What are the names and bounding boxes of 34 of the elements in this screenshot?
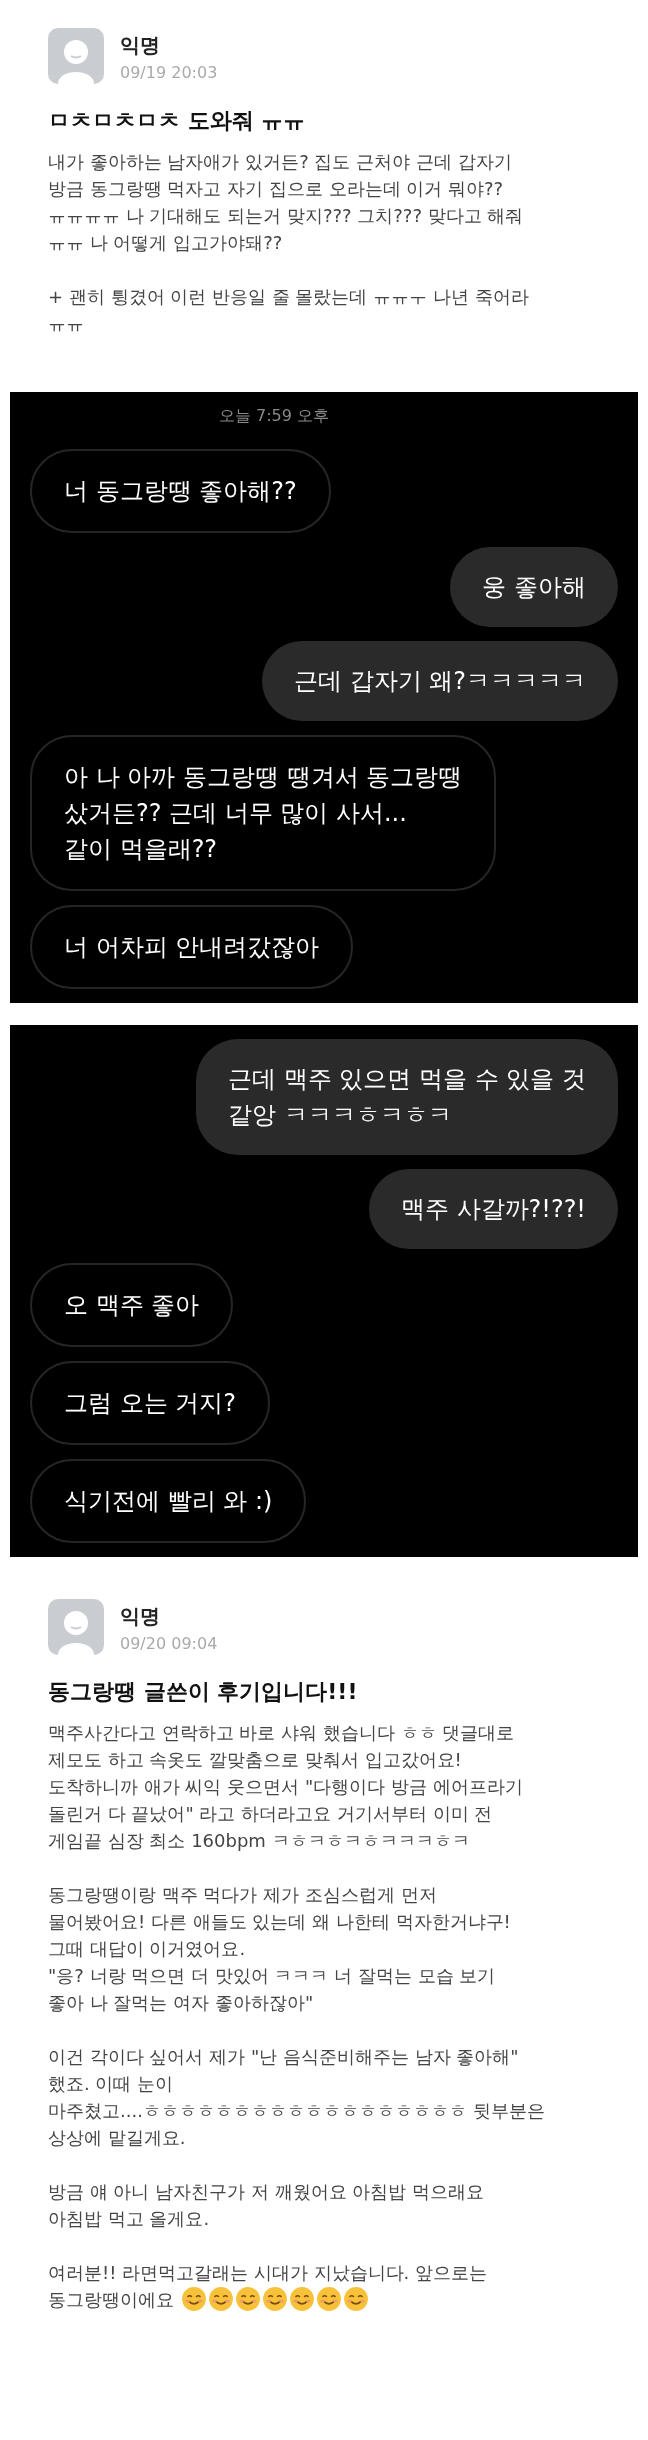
author-name: 익명 xyxy=(120,1603,161,1630)
chat-timestamp: 오늘 7:59 오후 xyxy=(217,406,331,427)
post-paragraph: 동그랑땡이에요 xyxy=(48,2288,174,2312)
message-bubble: 식기전에 빨리 와 :) xyxy=(30,1459,307,1543)
post-title: 동그랑땡 글쓴이 후기입니다!!! xyxy=(48,1678,359,1706)
post-date: 09/19 20:03 xyxy=(120,63,218,82)
post-paragraph: 방금 얘 아니 남자친구가 저 깨웠어요 아침밥 먹으래요 아침밥 먹고 올게요. xyxy=(48,2181,485,2229)
message-bubble: 너 어차피 안내려갔잖아 xyxy=(30,905,354,989)
avatar-icon xyxy=(48,1599,104,1655)
message-bubble: 근데 맥주 있으면 먹을 수 있을 것 같앙 ㅋㅋㅋㅎㅋㅎㅋ xyxy=(196,1039,618,1155)
post-paragraph: 내가 좋아하는 남자애가 있거든? 집도 근처야 근데 갑자기 방금 동그랑땡 먹자고 자기 집으로 오라는데 이거 뭐야?? ㅠㅠㅠㅠ 나 기대해도 되는거 맞지??? 그치??? 맞다고 해줘 ㅠㅠ 나 어떻게 입고가야돼?? xyxy=(48,151,524,253)
message-bubble: 맥주 사갈까?!??! xyxy=(368,1169,618,1249)
smiling-face-icon xyxy=(316,2286,342,2312)
message-bubble: 오 맥주 좋아 xyxy=(30,1263,234,1347)
post-paragraph: 맥주사간다고 연락하고 바로 샤워 했습니다 ㅎㅎ 댓글대로 제모도 하고 속옷도 깔맞춤으로 맞춰서 입고갔어요! 도착하니까 애가 씨익 웃으면서 "다행이다 방금 에어프라기 돌린거 다 끝났어" 라고 하더라고요 거기서부터 이미 전 게임끝 심장 최소 160bpm ㅋㅎㅋㅎㅋㅎㅋㅋㅋㅎㅋ xyxy=(48,1722,523,1851)
smiling-face-icon xyxy=(208,2286,234,2312)
post-paragraph: + 괜히 튕겼어 이런 반응일 줄 몰랐는데 ㅠㅠㅜ 나년 죽어라 ㅠㅠ xyxy=(48,286,529,334)
message-bubble: 웅 좋아해 xyxy=(450,547,618,627)
message-bubble: 너 동그랑땡 좋아해?? xyxy=(30,449,331,533)
message-bubble: 그럼 오는 거지? xyxy=(30,1361,270,1445)
smiling-face-icon xyxy=(343,2286,369,2312)
post-title: ㅁㅊㅁㅊㅁㅊ 도와줘 ㅠㅠ xyxy=(48,107,307,135)
author-name: 익명 xyxy=(120,32,161,59)
post-paragraph: 이건 각이다 싶어서 제가 "난 음식준비해주는 남자 좋아해" 했죠. 이때 눈이 마주쳤고....ㅎㅎㅎㅎㅎㅎㅎㅎㅎㅎㅎㅎㅎㅎㅎㅎㅎㅎ 뒷부분은 상상에 맡길게요. xyxy=(48,2046,545,2148)
smiling-face-icon xyxy=(289,2286,315,2312)
message-bubble: 아 나 아까 동그랑땡 땡겨서 동그랑땡 샀거든?? 근데 너무 많이 사서... 같이 먹을래?? xyxy=(30,735,497,891)
smiling-face-icon xyxy=(235,2286,261,2312)
post-paragraph: 동그랑땡이랑 맥주 먹다가 제가 조심스럽게 먼저 물어봤어요! 다른 애들도 있는데 왜 나한테 먹자한거냐구! 그때 대답이 이거였어요. "응? 너랑 먹으면 더 맛있어 ㅋㅋㅋ 너 잘먹는 모습 보기 좋아 나 잘먹는 여자 좋아하잖아" xyxy=(48,1884,511,2013)
avatar-icon xyxy=(48,28,104,84)
smiling-face-icon xyxy=(181,2286,207,2312)
message-bubble: 근데 갑자기 왜?ㅋㅋㅋㅋㅋ xyxy=(262,641,618,721)
post-date: 09/20 09:04 xyxy=(120,1634,218,1653)
post-paragraph: 여러분!! 라면먹고갈래는 시대가 지났습니다. 앞으로는 xyxy=(48,2261,489,2285)
smiling-face-icon xyxy=(262,2286,288,2312)
